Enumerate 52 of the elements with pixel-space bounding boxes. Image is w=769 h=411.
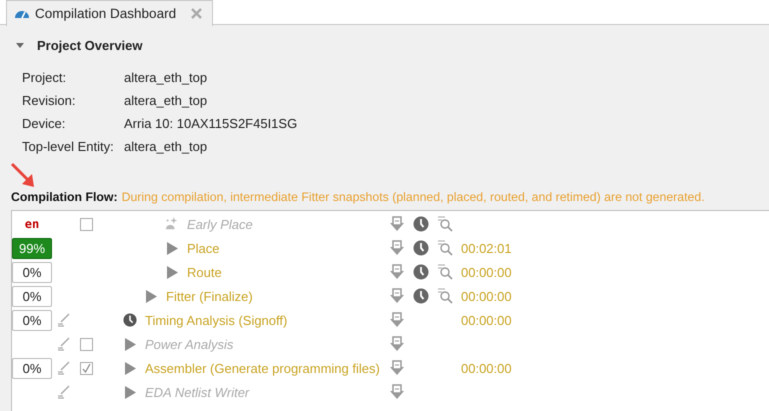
progress-box: 0% — [12, 310, 52, 330]
search-icon[interactable] — [437, 288, 453, 304]
clock-icon[interactable] — [123, 312, 137, 328]
elapsed-time: 00:00:00 — [461, 312, 512, 328]
report-icon[interactable] — [389, 360, 405, 376]
elapsed-time: 00:02:01 — [461, 240, 512, 256]
field-value: altera_eth_top — [124, 93, 208, 109]
collapse-caret-icon[interactable] — [16, 42, 24, 48]
step-label[interactable]: Place — [187, 240, 220, 256]
pencil-icon[interactable] — [58, 313, 71, 327]
field-label: Device: — [22, 116, 66, 132]
field-value: altera_eth_top — [124, 139, 208, 155]
play-icon[interactable] — [166, 266, 178, 278]
checkbox[interactable] — [80, 362, 93, 374]
close-icon[interactable] — [191, 8, 202, 19]
report-icon[interactable] — [389, 240, 405, 256]
play-icon[interactable] — [124, 338, 136, 350]
clock-icon[interactable] — [413, 288, 429, 304]
clock-icon[interactable] — [413, 240, 429, 256]
status-label: en — [24, 216, 40, 233]
field-label: Top-level Entity: — [22, 139, 115, 155]
step-label[interactable]: Fitter (Finalize) — [166, 288, 253, 304]
field-label: Revision: — [22, 93, 76, 109]
progress-box: 0% — [12, 262, 52, 282]
play-icon[interactable] — [124, 362, 136, 374]
progress-box: 0% — [12, 358, 52, 378]
flow-title: Compilation Flow: — [11, 190, 118, 204]
report-icon[interactable] — [389, 264, 405, 280]
annotation-arrow — [10, 162, 35, 188]
report-icon[interactable] — [389, 288, 405, 304]
step-label[interactable]: Assembler (Generate programming files) — [145, 360, 380, 376]
field-value: Arria 10: 10AX115S2F45I1SG — [124, 116, 298, 132]
section-title[interactable]: Project Overview — [37, 38, 142, 53]
pencil-icon[interactable] — [58, 361, 71, 375]
search-icon[interactable] — [437, 264, 453, 280]
elapsed-time: 00:00:00 — [461, 288, 512, 304]
progress-box: 99% — [12, 238, 52, 258]
field-value: altera_eth_top — [124, 70, 208, 86]
elapsed-time: 00:00:00 — [461, 264, 512, 280]
progress-box: 0% — [12, 286, 52, 306]
clock-icon[interactable] — [413, 264, 429, 280]
tab[interactable]: Compilation Dashboard — [6, 0, 214, 26]
play-icon[interactable] — [146, 290, 156, 302]
report-icon[interactable] — [389, 312, 405, 328]
play-icon[interactable] — [124, 386, 136, 398]
play-icon[interactable] — [166, 242, 178, 254]
flow-message: During compilation, intermediate Fitter snapshots (planned, placed, routed, and retimed) are not generated. — [122, 190, 705, 204]
elapsed-time: 00:00:00 — [461, 360, 512, 376]
step-label[interactable]: Route — [187, 264, 222, 280]
search-icon[interactable] — [437, 240, 453, 256]
step-label[interactable]: Timing Analysis (Signoff) — [145, 312, 288, 328]
field-label: Project: — [22, 70, 68, 86]
